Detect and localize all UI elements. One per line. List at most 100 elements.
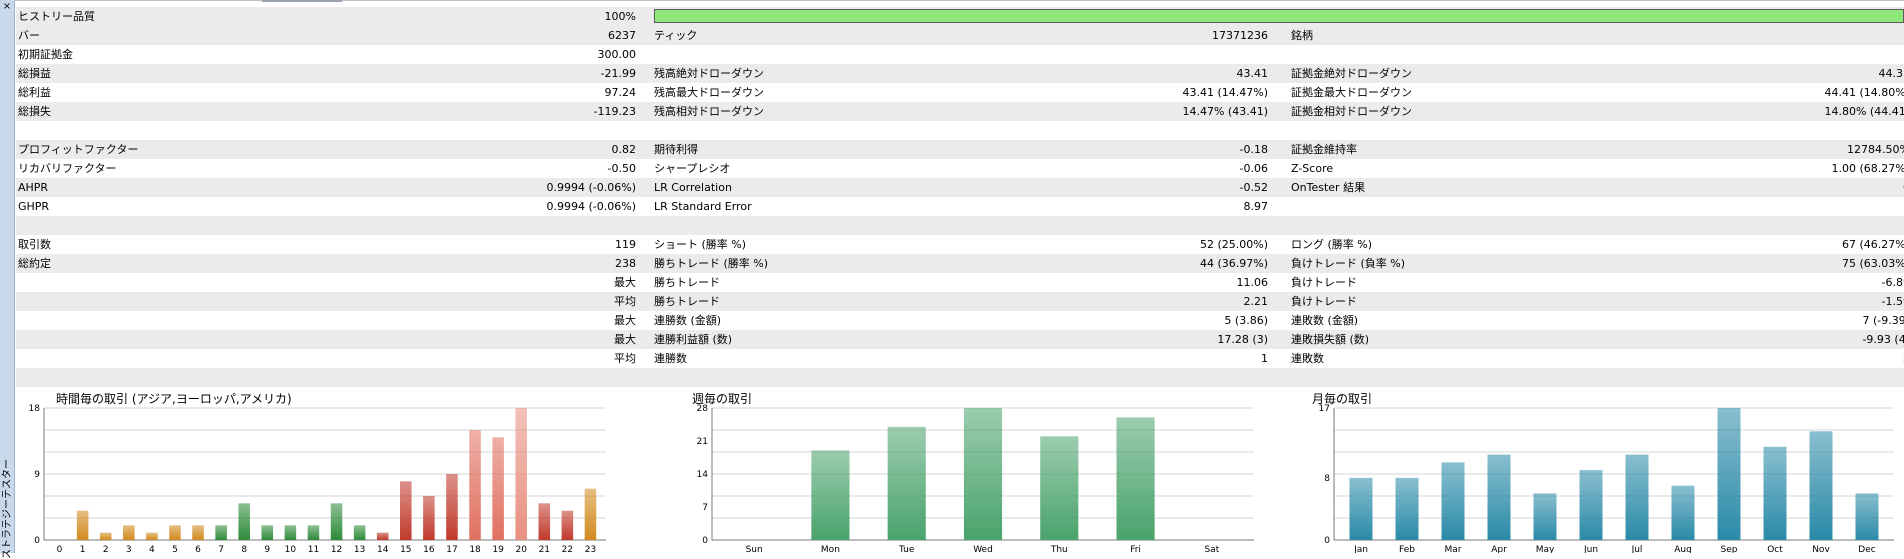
stat-value: 2.21 xyxy=(1243,295,1269,308)
stat-value: 119 xyxy=(615,238,636,251)
x-tick-label: Fri xyxy=(1130,545,1141,553)
stat-label: 残高相対ドローダウン xyxy=(654,105,764,118)
table-row: 総約定 238 勝ちトレード (勝率 %) 44 (36.97%) 負けトレード (負率… xyxy=(16,254,1904,273)
weekly-chart-svg: 07142128Sun Mon Tue Wed Thu Fri Sat xyxy=(697,404,1254,555)
stat-label: ティック xyxy=(654,29,698,42)
stat-label: 期待利得 xyxy=(654,143,698,156)
x-tick-label: Jun xyxy=(1583,545,1598,553)
stat-value: 0.9994 (-0.06%) xyxy=(546,181,636,194)
x-tick-label: 2 xyxy=(103,545,109,553)
stat-label: OnTester 結果 xyxy=(1291,181,1366,194)
bar xyxy=(1487,454,1511,540)
stat-label: 証拠金最大ドローダウン xyxy=(1291,86,1412,99)
bar xyxy=(1763,446,1787,540)
stat-value: 最大 xyxy=(614,276,636,289)
stat-label: GHPR xyxy=(18,200,50,213)
bar xyxy=(215,525,227,540)
stat-value: 1 xyxy=(1261,352,1268,365)
stat-value: 6237 xyxy=(608,29,636,42)
history-quality-bar xyxy=(654,9,1904,23)
stat-value: -0.18 xyxy=(1239,143,1268,156)
stat-value: -1.59 xyxy=(1881,295,1904,308)
x-tick-label: Wed xyxy=(973,545,993,553)
stat-value: 14.80% (44.41) xyxy=(1824,105,1904,118)
monthly-trades-chart: 月毎の取引 0 8 17 Jan Feb Mar Apr May Jun Jul Aug Sep Oct… xyxy=(1304,384,1904,555)
stat-value: 0.9994 (-0.06%) xyxy=(546,200,636,213)
stat-label: AHPR xyxy=(18,181,49,194)
stat-value: 1 xyxy=(1616,26,1904,45)
bar xyxy=(123,525,135,540)
stat-value: 平均 xyxy=(614,295,636,308)
stat-value: 8.97 xyxy=(1243,200,1269,213)
stat-label: 連敗数 xyxy=(1291,352,1324,365)
stat-label: 連勝利益額 (数) xyxy=(654,333,733,346)
x-tick-label: 10 xyxy=(285,545,297,553)
stat-value: 14.47% (43.41) xyxy=(1182,105,1268,118)
stat-value: -119.23 xyxy=(593,105,636,118)
chart-title: 週毎の取引 xyxy=(692,392,753,406)
stat-label: 連敗数 (金額) xyxy=(1291,314,1359,327)
bar xyxy=(400,481,412,540)
x-tick-label: 18 xyxy=(469,545,481,553)
close-icon[interactable]: × xyxy=(1,1,13,13)
x-tick-label: Thu xyxy=(1050,545,1068,553)
stat-value: 17.28 (3) xyxy=(1217,333,1268,346)
x-tick-label: 15 xyxy=(400,545,411,553)
bar xyxy=(99,532,112,540)
table-row: 最大 連勝利益額 (数) 17.28 (3) 連敗損失額 (数) -9.93 (4) xyxy=(16,330,1904,349)
sidebar-vertical-label: ストラテジーテスター xyxy=(2,459,13,559)
x-tick-label: 19 xyxy=(492,545,504,553)
tab-indicator[interactable] xyxy=(262,0,342,2)
table-row: 最大 連勝数 (金額) 5 (3.86) 連敗数 (金額) 7 (-9.39) xyxy=(16,311,1904,330)
bar xyxy=(376,532,389,540)
stat-value: 100% xyxy=(604,10,636,23)
table-row: 総損益 -21.99 残高絶対ドローダウン 43.41 証拠金絶対ドローダウン 44.31 xyxy=(16,64,1904,83)
y-tick-label: 0 xyxy=(1324,536,1330,546)
stat-value: -0.52 xyxy=(1239,181,1268,194)
table-row: GHPR 0.9994 (-0.06%) LR Standard Error 8.97 xyxy=(16,197,1904,216)
x-tick-label: Jan xyxy=(1353,545,1368,553)
stat-label: 総損益 xyxy=(18,67,51,80)
y-tick-label: 8 xyxy=(1324,474,1330,484)
stat-label: プロフィットファクター xyxy=(18,143,139,156)
bar xyxy=(1441,462,1465,540)
chart-title: 時間毎の取引 (アジア,ヨーロッパ,アメリカ) xyxy=(56,392,292,406)
stat-label: 連敗損失額 (数) xyxy=(1291,333,1370,346)
stat-value: 44.41 (14.80%) xyxy=(1824,86,1904,99)
stat-label: 負けトレード xyxy=(1291,276,1357,289)
stat-value: -21.99 xyxy=(600,67,636,80)
bar xyxy=(423,496,435,540)
bar xyxy=(261,525,274,540)
stat-value: 67 (46.27%) xyxy=(1841,238,1904,251)
x-tick-label: Sep xyxy=(1721,545,1738,553)
table-row: 最大 勝ちトレード 11.06 負けトレード -6.89 xyxy=(16,273,1904,292)
x-tick-label: 12 xyxy=(331,545,342,553)
stat-value: 0 xyxy=(1616,178,1904,197)
stat-value: 44 (36.97%) xyxy=(1199,257,1268,270)
x-tick-label: Mon xyxy=(821,545,840,553)
stat-value: 43.41 (14.47%) xyxy=(1182,86,1268,99)
weekly-trades-chart: 週毎の取引 0 7 14 21 28 Sun Mon Tue Wed Thu Fri Sat xyxy=(684,384,1264,555)
stat-label: 総損失 xyxy=(18,105,51,118)
bar xyxy=(1671,485,1695,540)
stat-value: 最大 xyxy=(614,333,636,346)
x-tick-label: 20 xyxy=(515,545,527,553)
x-tick-label: Mar xyxy=(1445,545,1462,553)
stat-label: 銘柄 xyxy=(1291,29,1313,42)
stat-label: 証拠金相対ドローダウン xyxy=(1291,105,1412,118)
stat-label: Z-Score xyxy=(1291,162,1334,175)
stat-label: 勝ちトレード xyxy=(654,295,720,308)
charts-area: 時間毎の取引 (アジア,ヨーロッパ,アメリカ) 0 9 18 0 1 2 3 4 5 6 7 8 9 10… xyxy=(16,384,1904,555)
x-tick-label: 17 xyxy=(446,545,457,553)
stat-value: -6.89 xyxy=(1881,276,1904,289)
stat-value: 17371236 xyxy=(1212,29,1268,42)
stat-value: 75 (63.03%) xyxy=(1841,257,1904,270)
chart-title: 月毎の取引 xyxy=(1312,392,1373,406)
y-tick-label: 14 xyxy=(697,470,709,480)
x-tick-label: 4 xyxy=(149,545,155,553)
y-tick-label: 0 xyxy=(34,536,40,546)
stat-label: リカバリファクター xyxy=(18,162,117,175)
bar xyxy=(492,437,504,540)
tester-sidebar: × ストラテジーテスター xyxy=(0,0,15,559)
bar xyxy=(584,488,597,540)
